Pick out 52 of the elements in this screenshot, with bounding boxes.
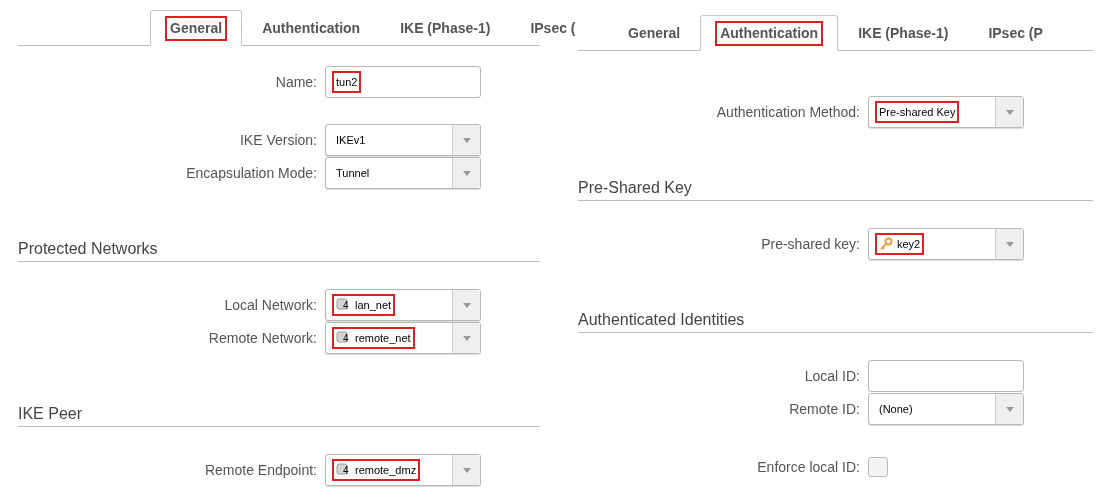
field-label: Remote Endpoint: [204, 460, 317, 480]
field-label: Name: [275, 72, 317, 92]
field-label: Pre-shared key: [761, 234, 860, 254]
tab[interactable]: IKE (Phase-1) [838, 15, 969, 51]
section-heading: IKE Peer [18, 404, 540, 427]
caret-icon [462, 170, 471, 176]
section-heading: Authenticated Identities [578, 310, 1093, 333]
tab[interactable]: Authentication [700, 15, 839, 51]
field-label: IKE Version: [239, 130, 317, 150]
field-value: 4 lan_net [332, 293, 396, 317]
tab[interactable]: IKE (Phase-1) [380, 10, 511, 46]
field-value: 4 remote_dmz [332, 458, 421, 482]
field-label: Local ID: [804, 366, 860, 386]
tab[interactable]: Authentication [242, 10, 381, 46]
field-value: Pre-shared Key [875, 100, 960, 124]
dropdown[interactable]: Tunnel [325, 157, 481, 189]
caret-icon [1005, 109, 1014, 115]
field-value: IKEv1 [335, 132, 367, 148]
caret-icon [462, 467, 471, 473]
dropdown[interactable]: IKEv1 [325, 124, 481, 156]
caret-icon [1005, 241, 1014, 247]
field-value: Tunnel [335, 165, 371, 181]
text-field[interactable] [868, 360, 1024, 392]
dropdown[interactable]: key2 [868, 228, 1024, 260]
text-field[interactable]: tun2 [325, 66, 481, 98]
field-value: (None) [878, 401, 914, 417]
field-label: Local Network: [224, 295, 317, 315]
dropdown[interactable]: 4 lan_net [325, 289, 481, 321]
tab[interactable]: IPsec (P [968, 15, 1063, 51]
dropdown[interactable]: Pre-shared Key [868, 96, 1024, 128]
tab[interactable]: General [150, 10, 243, 46]
field-label: Encapsulation Mode: [186, 163, 317, 183]
field-value: key2 [875, 232, 925, 256]
field-label: Remote Network: [208, 328, 317, 348]
section-heading: Protected Networks [18, 239, 540, 262]
field-value: tun2 [332, 70, 362, 94]
tab[interactable]: IPsec ( [510, 10, 596, 46]
field-label: Authentication Method: [716, 102, 860, 122]
key-icon [879, 237, 893, 251]
caret-icon [462, 335, 471, 341]
dropdown[interactable]: (None) [868, 393, 1024, 425]
checkbox[interactable] [868, 457, 888, 477]
section-heading: Pre-Shared Key [578, 178, 1093, 201]
field-label: Enforce local ID: [757, 457, 860, 477]
field-label: Remote ID: [789, 399, 860, 419]
field-value: 4 remote_net [332, 326, 415, 350]
dropdown[interactable]: 4 remote_net [325, 322, 481, 354]
dropdown[interactable]: 4 remote_dmz [325, 454, 481, 486]
tab[interactable]: General [608, 15, 701, 51]
caret-icon [1005, 406, 1014, 412]
caret-icon [462, 302, 471, 308]
caret-icon [462, 137, 471, 143]
